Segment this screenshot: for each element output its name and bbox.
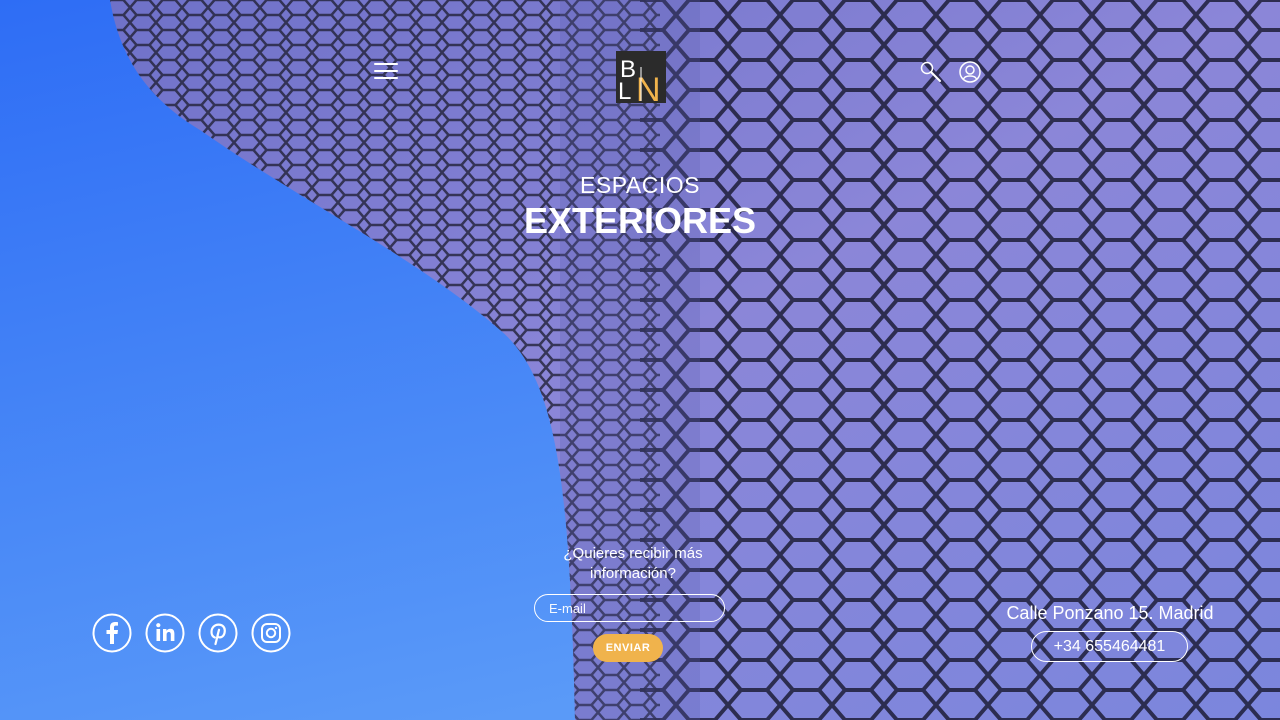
email-field[interactable] (534, 594, 725, 622)
phone-button[interactable]: +34 655464481 (1031, 631, 1188, 662)
hero-title: EXTERIORES (523, 200, 757, 241)
instagram-icon[interactable] (251, 613, 291, 653)
facebook-icon[interactable] (92, 613, 132, 653)
newsletter-prompt: ¿Quieres recibir más información? (563, 545, 703, 582)
svg-text:L: L (618, 78, 631, 103)
address-text: Calle Ponzano 15. Madrid (1006, 603, 1214, 623)
site-logo[interactable]: B L N (616, 51, 666, 109)
hero-subtitle: ESPACIOS (580, 172, 700, 198)
send-button[interactable]: ENVIAR (593, 634, 663, 662)
user-account-icon[interactable] (959, 61, 981, 83)
logo-monogram-icon: B L N (618, 56, 661, 109)
linkedin-icon[interactable] (145, 613, 185, 653)
hamburger-menu-icon[interactable] (374, 62, 398, 80)
svg-text:N: N (636, 71, 661, 103)
search-icon[interactable] (920, 61, 942, 83)
pinterest-icon[interactable] (198, 613, 238, 653)
